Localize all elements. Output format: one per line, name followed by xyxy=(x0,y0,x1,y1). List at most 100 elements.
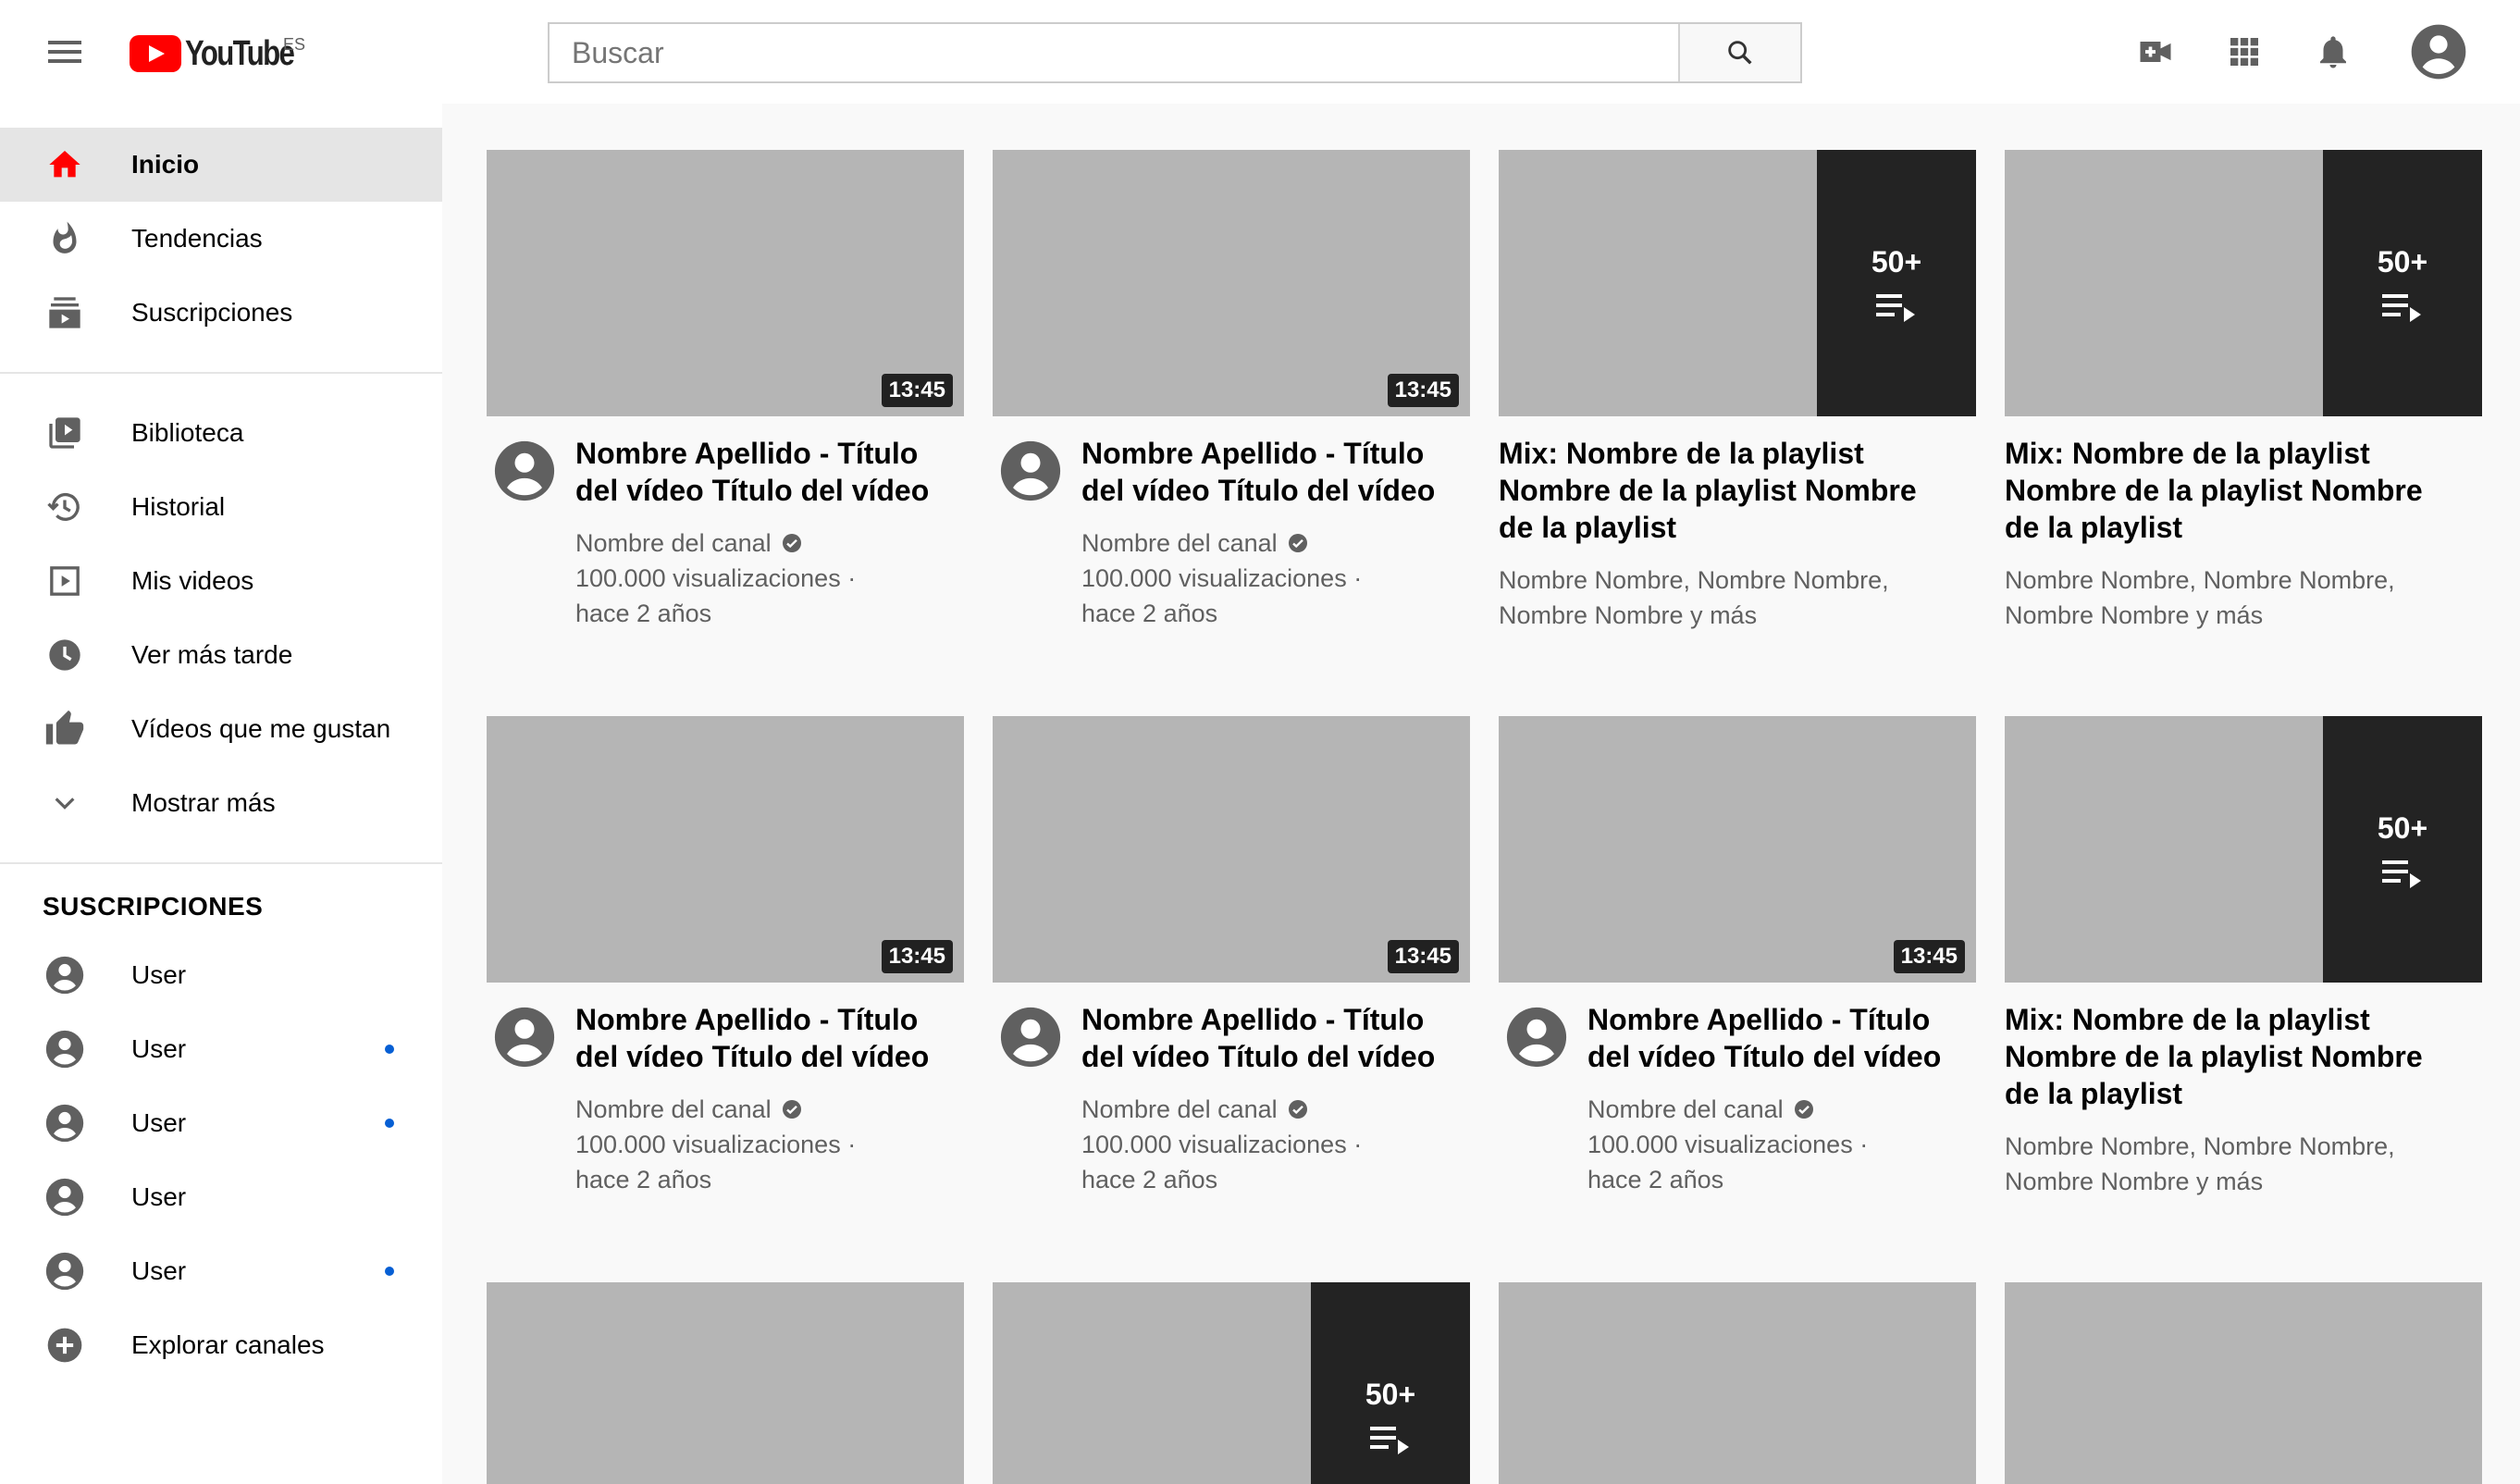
duration-badge: 13:45 xyxy=(1387,940,1459,973)
video-title[interactable]: Nombre Apellido - Título del vídeo Título… xyxy=(575,1001,929,1075)
sidebar-item-tendencias[interactable]: Tendencias xyxy=(0,202,442,276)
playlist-overlay: 50+ xyxy=(1817,150,1976,416)
apps-button[interactable] xyxy=(2220,28,2268,76)
hamburger-menu-icon[interactable] xyxy=(44,35,85,68)
channel-name-link[interactable]: Nombre del canal xyxy=(1081,526,1435,561)
video-title-line: del vídeo Título del vídeo xyxy=(1081,1040,1436,1073)
account-circle-icon xyxy=(2411,24,2466,80)
video-thumbnail[interactable]: 13:45 xyxy=(1499,716,1976,983)
region-code: ES xyxy=(283,35,306,54)
video-thumbnail[interactable]: 13:45 xyxy=(993,716,1470,983)
youtube-play-icon xyxy=(130,35,181,72)
video-thumbnail[interactable] xyxy=(2005,1282,2482,1484)
subscription-label: User xyxy=(131,1182,187,1211)
search-input[interactable] xyxy=(550,24,1678,81)
channel-avatar-icon[interactable] xyxy=(998,1005,1063,1070)
playlist-meta: Mix: Nombre de la playlist Nombre de la p… xyxy=(2005,1001,2423,1199)
view-count: 100.000 visualizaciones · xyxy=(575,1131,857,1158)
playlist-overlay: 50+ xyxy=(2323,150,2482,416)
playlist-title[interactable]: Mix: Nombre de la playlist Nombre de la p… xyxy=(1499,435,1917,546)
playlist-title[interactable]: Mix: Nombre de la playlist Nombre de la p… xyxy=(2005,1001,2423,1112)
playlist-icon xyxy=(2382,859,2421,888)
channel-avatar-icon[interactable] xyxy=(492,439,557,503)
sidebar-subscription-user[interactable]: User xyxy=(0,1234,442,1308)
notifications-button[interactable] xyxy=(2309,28,2357,76)
video-title[interactable]: Nombre Apellido - Título del vídeo Título… xyxy=(1587,1001,1941,1075)
playlist-icon xyxy=(2382,293,2421,322)
channel-name: Nombre del canal xyxy=(1081,1095,1278,1123)
verified-check-icon xyxy=(782,1100,801,1119)
playlist-meta: Mix: Nombre de la playlist Nombre de la p… xyxy=(1499,435,1917,633)
sidebar: Inicio Tendencias Suscripciones Bibliote… xyxy=(0,104,442,1484)
account-avatar-button[interactable] xyxy=(2409,22,2468,81)
video-title-line: del vídeo Título del vídeo xyxy=(575,474,930,507)
playlist-title-line: de la playlist xyxy=(2005,511,2183,544)
sidebar-item-label: Tendencias xyxy=(131,224,263,253)
sidebar-item-ver-mas-tarde[interactable]: Ver más tarde xyxy=(0,618,442,692)
channel-avatar-icon[interactable] xyxy=(492,1005,557,1070)
logo-text: YouTube xyxy=(185,33,295,73)
sidebar-item-mis-videos[interactable]: Mis videos xyxy=(0,544,442,618)
playlist-count: 50+ xyxy=(1365,1377,1416,1411)
create-video-button[interactable] xyxy=(2131,28,2180,76)
subscriptions-icon xyxy=(43,291,87,335)
playlist-thumbnail[interactable]: 50+ xyxy=(993,1282,1470,1484)
bell-icon xyxy=(2320,36,2346,68)
upload-age: hace 2 años xyxy=(1081,1166,1218,1193)
video-title-line: Nombre Apellido - Título xyxy=(1081,1003,1425,1036)
video-thumbnail[interactable] xyxy=(487,1282,964,1484)
upload-age: hace 2 años xyxy=(575,600,712,627)
sidebar-item-biblioteca[interactable]: Biblioteca xyxy=(0,396,442,470)
playlist-thumbnail[interactable]: 50+ xyxy=(2005,716,2482,983)
home-icon xyxy=(43,142,87,187)
channel-name-link[interactable]: Nombre del canal xyxy=(575,1092,929,1127)
user-avatar-icon xyxy=(43,1175,87,1219)
channel-name-link[interactable]: Nombre del canal xyxy=(1081,1092,1435,1127)
search-button[interactable] xyxy=(1678,24,1800,81)
video-thumbnail[interactable]: 13:45 xyxy=(487,150,964,416)
sidebar-item-videos-que-me-gustan[interactable]: Vídeos que me gustan xyxy=(0,692,442,766)
upload-age: hace 2 años xyxy=(1587,1166,1724,1193)
playlist-artists: Nombre Nombre y más xyxy=(2005,1168,2264,1195)
sidebar-subscription-user[interactable]: User xyxy=(0,1012,442,1086)
video-title[interactable]: Nombre Apellido - Título del vídeo Título… xyxy=(1081,1001,1435,1075)
sidebar-subscription-user[interactable]: User xyxy=(0,1160,442,1234)
sidebar-subscription-user[interactable]: User xyxy=(0,1086,442,1160)
channel-name-link[interactable]: Nombre del canal xyxy=(1587,1092,1941,1127)
playlist-thumbnail[interactable]: 50+ xyxy=(2005,150,2482,416)
video-thumbnail[interactable]: 13:45 xyxy=(487,716,964,983)
trending-flame-icon xyxy=(43,216,87,261)
video-thumbnail[interactable]: 13:45 xyxy=(993,150,1470,416)
apps-grid-icon xyxy=(2230,38,2258,66)
sidebar-subscription-user[interactable]: User xyxy=(0,938,442,1012)
video-thumbnail[interactable] xyxy=(1499,1282,1976,1484)
video-title-line: del vídeo Título del vídeo xyxy=(1081,474,1436,507)
playlist-thumbnail[interactable]: 50+ xyxy=(1499,150,1976,416)
upload-age: hace 2 años xyxy=(575,1166,712,1193)
sidebar-item-historial[interactable]: Historial xyxy=(0,470,442,544)
playlist-title-line: Mix: Nombre de la playlist xyxy=(2005,437,2370,470)
playlist-title-line: de la playlist xyxy=(1499,511,1677,544)
user-avatar-icon xyxy=(43,953,87,997)
channel-name-link[interactable]: Nombre del canal xyxy=(575,526,929,561)
video-title[interactable]: Nombre Apellido - Título del vídeo Título… xyxy=(1081,435,1435,509)
video-title[interactable]: Nombre Apellido - Título del vídeo Título… xyxy=(575,435,929,509)
chevron-down-icon xyxy=(43,781,87,825)
channel-avatar-icon[interactable] xyxy=(1504,1005,1569,1070)
sidebar-item-suscripciones[interactable]: Suscripciones xyxy=(0,276,442,350)
new-content-dot xyxy=(385,1119,394,1128)
sidebar-item-explorar-canales[interactable]: Explorar canales xyxy=(0,1308,442,1382)
duration-badge: 13:45 xyxy=(1893,940,1965,973)
video-meta: Nombre Apellido - Título del vídeo Título… xyxy=(575,1001,929,1197)
playlist-artists: Nombre Nombre, Nombre Nombre, xyxy=(1499,566,1889,594)
playlist-title[interactable]: Mix: Nombre de la playlist Nombre de la p… xyxy=(2005,435,2423,546)
channel-name: Nombre del canal xyxy=(575,1095,772,1123)
channel-avatar-icon[interactable] xyxy=(998,439,1063,503)
user-avatar-icon xyxy=(43,1101,87,1145)
search-bar xyxy=(548,22,1802,83)
sidebar-item-mostrar-mas[interactable]: Mostrar más xyxy=(0,766,442,840)
sidebar-item-inicio[interactable]: Inicio xyxy=(0,128,442,202)
sidebar-item-label: Mostrar más xyxy=(131,788,276,817)
video-title-line: Nombre Apellido - Título xyxy=(1081,437,1425,470)
view-count: 100.000 visualizaciones · xyxy=(575,564,857,592)
